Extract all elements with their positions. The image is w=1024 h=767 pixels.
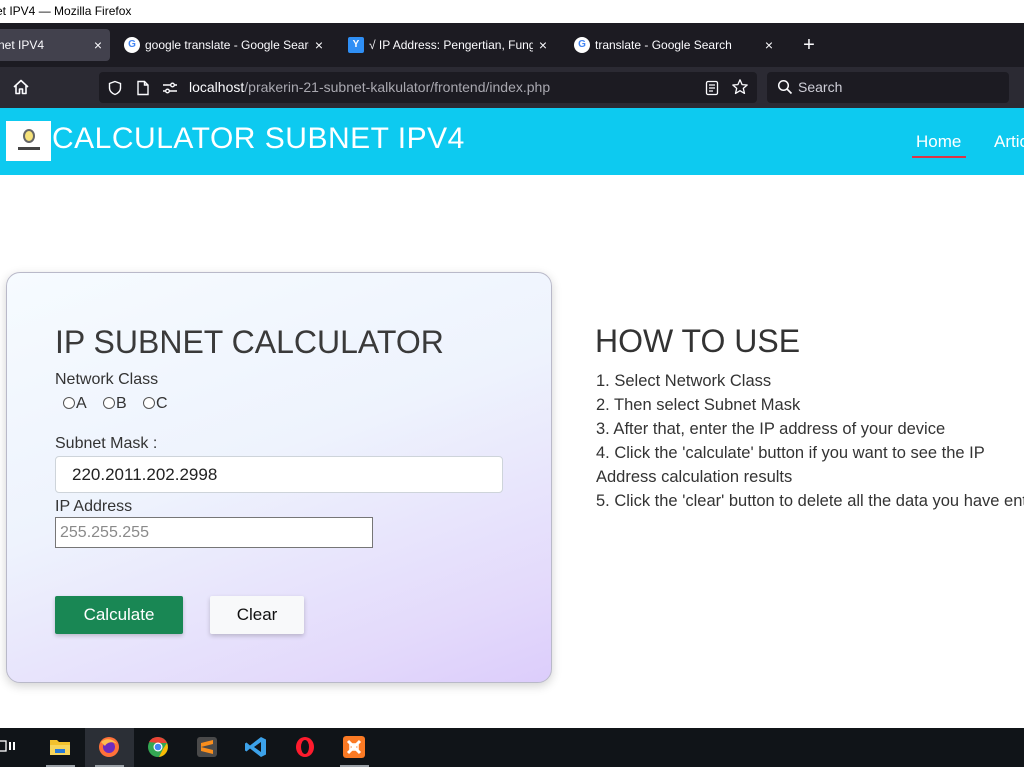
search-box[interactable]: Search bbox=[767, 72, 1009, 103]
url-host: localhost bbox=[189, 79, 245, 95]
tab-label: google translate - Google Search bbox=[145, 38, 309, 52]
taskbar-firefox[interactable] bbox=[85, 728, 134, 767]
search-icon bbox=[776, 72, 794, 106]
radio-class-a[interactable]: A bbox=[63, 394, 87, 414]
taskbar-xampp[interactable] bbox=[330, 728, 379, 767]
reader-view-icon[interactable] bbox=[703, 72, 721, 107]
chrome-icon bbox=[148, 736, 168, 757]
site-logo[interactable] bbox=[6, 121, 51, 161]
new-tab-button[interactable]: + bbox=[800, 29, 818, 61]
radio-class-c[interactable]: C bbox=[143, 394, 168, 414]
site-header: CALCULATOR SUBNET IPV4 Home Article bbox=[0, 108, 1024, 175]
taskbar-opera[interactable] bbox=[281, 728, 330, 767]
how-to-use-steps: 1. Select Network Class 2. Then select S… bbox=[596, 369, 1024, 513]
tab-google-translate[interactable]: G google translate - Google Search × bbox=[121, 29, 331, 61]
home-icon bbox=[13, 79, 29, 95]
step-item: 3. After that, enter the IP address of y… bbox=[596, 420, 946, 438]
tab-translate[interactable]: G translate - Google Search × bbox=[571, 29, 781, 61]
step-item: 4. Click the 'calculate' button if you w… bbox=[596, 444, 985, 486]
radio-circle-icon[interactable] bbox=[63, 397, 75, 409]
nav-link-home[interactable]: Home bbox=[916, 131, 961, 153]
shield-icon[interactable] bbox=[106, 72, 124, 107]
bookmark-star-icon[interactable] bbox=[731, 72, 749, 107]
google-favicon-icon: G bbox=[124, 37, 140, 53]
taskbar-sublime-text[interactable] bbox=[183, 728, 232, 767]
window-title: et IPV4 — Mozilla Firefox bbox=[0, 4, 132, 18]
ip-address-label: IP Address bbox=[55, 498, 133, 515]
opera-icon bbox=[296, 737, 314, 757]
clear-button[interactable]: Clear bbox=[210, 596, 304, 634]
window-title-bar: et IPV4 — Mozilla Firefox bbox=[0, 0, 1024, 23]
url-text[interactable]: localhost/prakerin-21-subnet-kalkulator/… bbox=[189, 72, 550, 103]
page-icon[interactable] bbox=[134, 72, 152, 107]
tab-label: net IPV4 bbox=[0, 38, 45, 52]
calculator-card: IP SUBNET CALCULATOR Network Class A B C… bbox=[6, 272, 552, 683]
url-bar[interactable]: localhost/prakerin-21-subnet-kalkulator/… bbox=[99, 72, 757, 103]
radio-class-b[interactable]: B bbox=[103, 394, 127, 414]
folder-icon bbox=[50, 740, 70, 755]
radio-circle-icon[interactable] bbox=[103, 397, 115, 409]
taskbar-chrome[interactable] bbox=[134, 728, 183, 767]
yandex-favicon-icon: Y bbox=[348, 37, 364, 53]
tab-label: √ IP Address: Pengertian, Fungsi bbox=[369, 38, 533, 52]
nav-active-underline bbox=[912, 156, 966, 158]
logo-bulb-shape bbox=[23, 129, 35, 143]
close-icon[interactable]: × bbox=[311, 29, 327, 61]
network-class-label: Network Class bbox=[55, 371, 159, 388]
sublime-text-icon bbox=[197, 737, 217, 757]
nav-link-article[interactable]: Article bbox=[994, 131, 1024, 153]
ip-address-input[interactable]: 255.255.255 bbox=[55, 517, 373, 548]
radio-label: B bbox=[116, 395, 127, 412]
tab-label: translate - Google Search bbox=[595, 38, 732, 52]
step-item: 1. Select Network Class bbox=[596, 372, 772, 390]
home-button[interactable] bbox=[10, 75, 32, 99]
tab-ip-address[interactable]: Y √ IP Address: Pengertian, Fungsi × bbox=[345, 29, 555, 61]
radio-circle-icon[interactable] bbox=[143, 397, 155, 409]
tab-subnet-calculator[interactable]: net IPV4 × bbox=[0, 29, 110, 61]
step-item: 2. Then select Subnet Mask bbox=[596, 396, 801, 414]
subnet-mask-label: Subnet Mask : bbox=[55, 435, 158, 452]
site-title: CALCULATOR SUBNET IPV4 bbox=[52, 122, 465, 155]
how-to-use-title: HOW TO USE bbox=[595, 323, 801, 359]
screen: et IPV4 — Mozilla Firefox net IPV4 × G g… bbox=[0, 0, 1024, 767]
taskbar bbox=[0, 728, 1024, 767]
calculate-button[interactable]: Calculate bbox=[55, 596, 183, 634]
subnet-mask-select[interactable]: 220.2011.202.2998 bbox=[55, 456, 503, 493]
close-icon[interactable]: × bbox=[761, 29, 777, 61]
taskbar-file-explorer[interactable] bbox=[36, 728, 85, 767]
close-icon[interactable]: × bbox=[90, 29, 106, 61]
logo-base-shape bbox=[18, 147, 40, 150]
tab-strip: net IPV4 × G google translate - Google S… bbox=[0, 23, 1024, 67]
calculator-title: IP SUBNET CALCULATOR bbox=[55, 324, 444, 360]
close-icon[interactable]: × bbox=[535, 29, 551, 61]
vscode-icon bbox=[245, 737, 266, 757]
taskbar-vscode[interactable] bbox=[232, 728, 281, 767]
permissions-icon[interactable] bbox=[161, 72, 179, 106]
xampp-icon bbox=[343, 736, 365, 758]
radio-label: C bbox=[156, 395, 168, 412]
navigation-bar: localhost/prakerin-21-subnet-kalkulator/… bbox=[0, 67, 1024, 108]
step-item: 5. Click the 'clear' button to delete al… bbox=[596, 492, 1024, 510]
radio-label: A bbox=[76, 395, 87, 412]
firefox-icon bbox=[99, 737, 119, 757]
google-favicon-icon: G bbox=[574, 37, 590, 53]
url-path: /prakerin-21-subnet-kalkulator/frontend/… bbox=[244, 79, 551, 95]
task-view-icon[interactable] bbox=[0, 738, 20, 756]
search-placeholder: Search bbox=[798, 79, 843, 95]
